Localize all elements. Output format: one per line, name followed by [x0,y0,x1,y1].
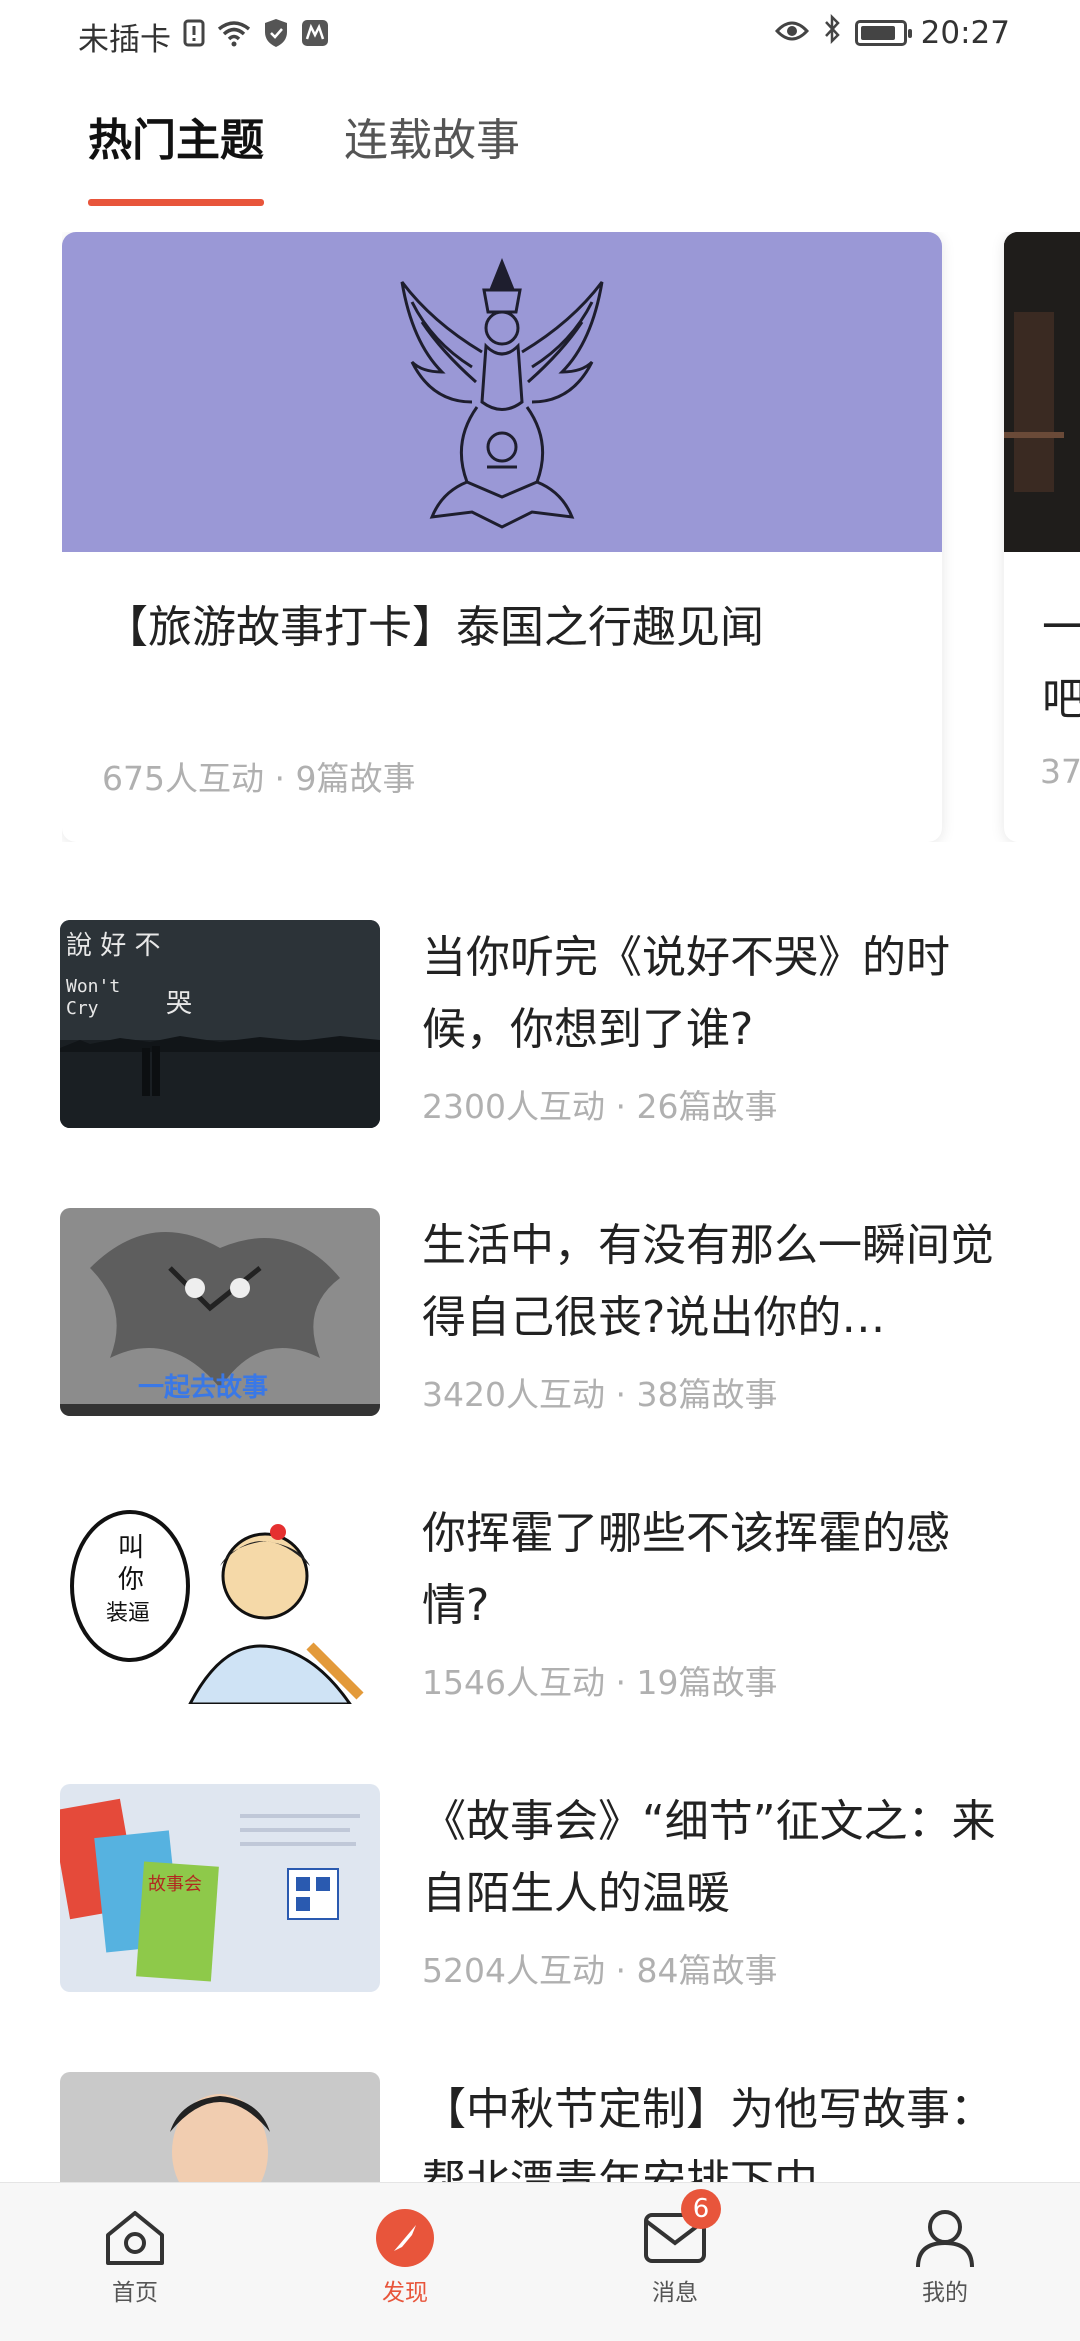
topic-row[interactable]: 說 好 不 Won't Cry 哭 当你听完《说好不哭》的时候，你想到了谁? 2… [0,920,1080,1140]
tab-serial-stories[interactable]: 连载故事 [344,104,520,192]
topic-title: 当你听完《说好不哭》的时候，你想到了谁? [422,932,950,1055]
bluetooth-icon [823,13,841,52]
tab-hot-topics[interactable]: 热门主题 [88,104,264,206]
svg-text:Cry: Cry [66,998,99,1019]
bottom-navigation: 首页 发现 6 消息 我的 [0,2182,1080,2341]
garuda-emblem-icon [400,257,604,529]
shield-icon [263,18,289,56]
svg-text:一起去故事: 一起去故事 [138,1373,268,1403]
svg-text:叫: 叫 [118,1533,144,1563]
svg-text:故事会: 故事会 [148,1874,202,1895]
active-tab-indicator [88,199,264,206]
topic-row[interactable]: 一起去故事 生活中，有没有那么一瞬间觉得自己很丧?说出你的… 3420人互动 ·… [0,1208,1080,1428]
nav-discover[interactable]: 发现 [325,2207,485,2307]
topic-row[interactable]: 故事会 《故事会》“细节”征文之：来自陌生人的温暖 5204人互动 · 84篇故… [0,1784,1080,2004]
topic-meta: 2300人互动 · 26篇故事 [422,1087,778,1126]
topic-title: 【中秋节定制】为他写故事：帮北漂青年安排下中… [422,2084,994,2184]
svg-text:說 好 不: 說 好 不 [66,931,161,961]
featured-meta: 675人互动 · 9篇故事 [102,759,416,798]
svg-text:你: 你 [118,1565,144,1595]
featured-meta: 37 [1040,752,1080,791]
clock: 20:27 [920,15,1010,51]
nav-profile[interactable]: 我的 [865,2207,1025,2307]
svg-text:装逼: 装逼 [106,1601,150,1626]
topic-thumbnail: 叫 你 装逼 [60,1496,380,1704]
svg-text:哭: 哭 [166,989,192,1019]
featured-image [1004,232,1080,552]
nav-messages[interactable]: 6 消息 [595,2189,755,2307]
nav-home[interactable]: 首页 [55,2207,215,2307]
topic-meta: 5204人互动 · 84篇故事 [422,1951,778,1990]
featured-card[interactable]: 一 吧 37 [1004,232,1080,842]
sim-alert-icon [183,19,205,55]
topic-meta: 1546人互动 · 19篇故事 [422,1663,778,1702]
topic-meta: 3420人互动 · 38篇故事 [422,1375,778,1414]
topic-thumbnail: 一起去故事 [60,1208,380,1416]
featured-title: 一 吧 [1042,602,1080,725]
topic-row[interactable]: 叫 你 装逼 你挥霍了哪些不该挥霍的感情? 1546人互动 · 19篇故事 [0,1496,1080,1716]
topic-title: 你挥霍了哪些不该挥霍的感情? [422,1508,950,1631]
home-icon [106,2211,164,2265]
status-bar: 未插卡 20:27 [0,0,1080,72]
topic-thumbnail: 故事会 [60,1784,380,1992]
featured-carousel[interactable]: 【旅游故事打卡】泰国之行趣见闻 675人互动 · 9篇故事 一 吧 37 [62,232,1080,842]
battery-icon [854,20,912,46]
person-icon [916,2210,974,2268]
app-notification-icon [301,19,329,55]
featured-title: 【旅游故事打卡】泰国之行趣见闻 [104,602,764,653]
unread-badge: 6 [681,2189,721,2229]
topic-title: 生活中，有没有那么一瞬间觉得自己很丧?说出你的… [422,1220,994,1343]
topic-title: 《故事会》“细节”征文之：来自陌生人的温暖 [422,1796,996,1919]
topic-tabs: 热门主题 连载故事 [88,104,520,206]
featured-image [62,232,942,552]
svg-text:Won't: Won't [66,976,120,997]
topic-thumbnail: 說 好 不 Won't Cry 哭 [60,920,380,1128]
featured-card[interactable]: 【旅游故事打卡】泰国之行趣见闻 675人互动 · 9篇故事 [62,232,942,842]
eye-icon [774,15,809,51]
carrier-label: 未插卡 [78,22,171,58]
compass-icon [376,2209,434,2267]
wifi-icon [217,19,251,55]
